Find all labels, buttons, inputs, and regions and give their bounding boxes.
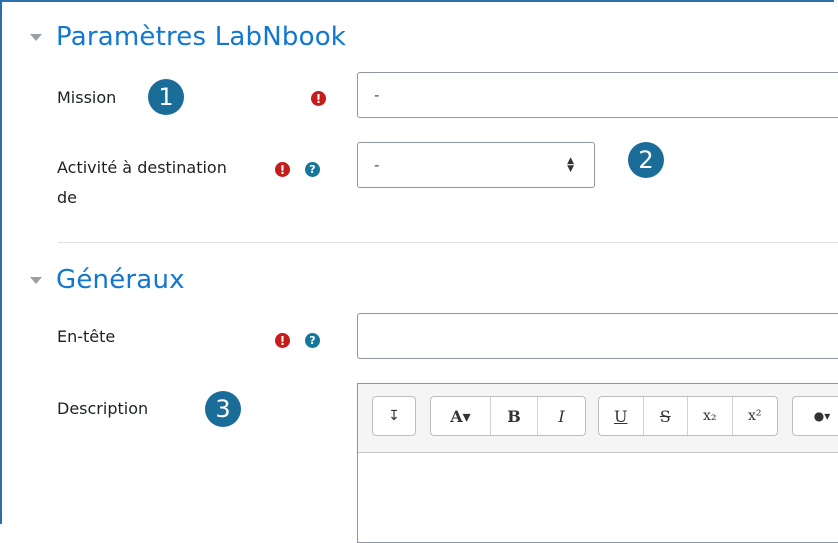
select-arrows-icon: ▲ ▼ — [567, 156, 574, 174]
required-icon[interactable]: ! — [275, 162, 290, 177]
font-color-icon[interactable]: A▾ — [431, 397, 491, 435]
toolbar-group-format: U S x₂ x² — [598, 396, 778, 436]
description-editor[interactable]: ↧ A▾ B I U S x₂ x² ●▾ — [357, 383, 838, 543]
callout-badge-2: 2 — [628, 142, 664, 178]
underline-icon[interactable]: U — [599, 397, 644, 435]
bold-icon[interactable]: B — [491, 397, 538, 435]
toolbar-group-collapse: ↧ — [372, 396, 416, 436]
required-icon[interactable]: ! — [311, 91, 326, 106]
help-icon[interactable]: ? — [305, 333, 320, 348]
activity-select-value: - — [374, 156, 380, 174]
required-icon[interactable]: ! — [275, 333, 290, 348]
header-input[interactable] — [357, 313, 838, 359]
superscript-icon[interactable]: x² — [733, 397, 777, 435]
subscript-icon[interactable]: x₂ — [688, 397, 733, 435]
collapse-toolbar-icon[interactable]: ↧ — [373, 397, 415, 435]
collapse-caret-icon[interactable] — [30, 276, 42, 284]
header-label: En-tête — [57, 327, 116, 346]
toolbar-group-text: A▾ B I — [430, 396, 586, 436]
section-title-labnbook: Paramètres LabNbook — [56, 22, 347, 52]
background-color-icon[interactable]: ●▾ — [793, 397, 838, 435]
activity-label-line2: de — [57, 188, 77, 207]
section-title-general: Généraux — [56, 265, 185, 295]
section-header-labnbook[interactable]: Paramètres LabNbook — [30, 22, 346, 52]
activity-label-line1: Activité à destination — [57, 158, 227, 177]
callout-badge-3: 3 — [205, 391, 241, 427]
callout-badge-1: 1 — [148, 79, 184, 115]
strikethrough-icon[interactable]: S — [644, 397, 688, 435]
mission-input[interactable]: - — [357, 72, 838, 118]
section-divider — [58, 242, 838, 243]
editor-toolbar: ↧ A▾ B I U S x₂ x² ●▾ — [358, 384, 838, 453]
description-label: Description — [57, 399, 149, 418]
activity-select[interactable]: - ▲ ▼ — [357, 142, 595, 188]
section-header-general[interactable]: Généraux — [30, 265, 185, 295]
collapse-caret-icon[interactable] — [30, 33, 42, 41]
italic-icon[interactable]: I — [538, 397, 585, 435]
mission-label: Mission — [57, 88, 117, 107]
toolbar-group-color: ●▾ — [792, 396, 838, 436]
help-icon[interactable]: ? — [305, 162, 320, 177]
